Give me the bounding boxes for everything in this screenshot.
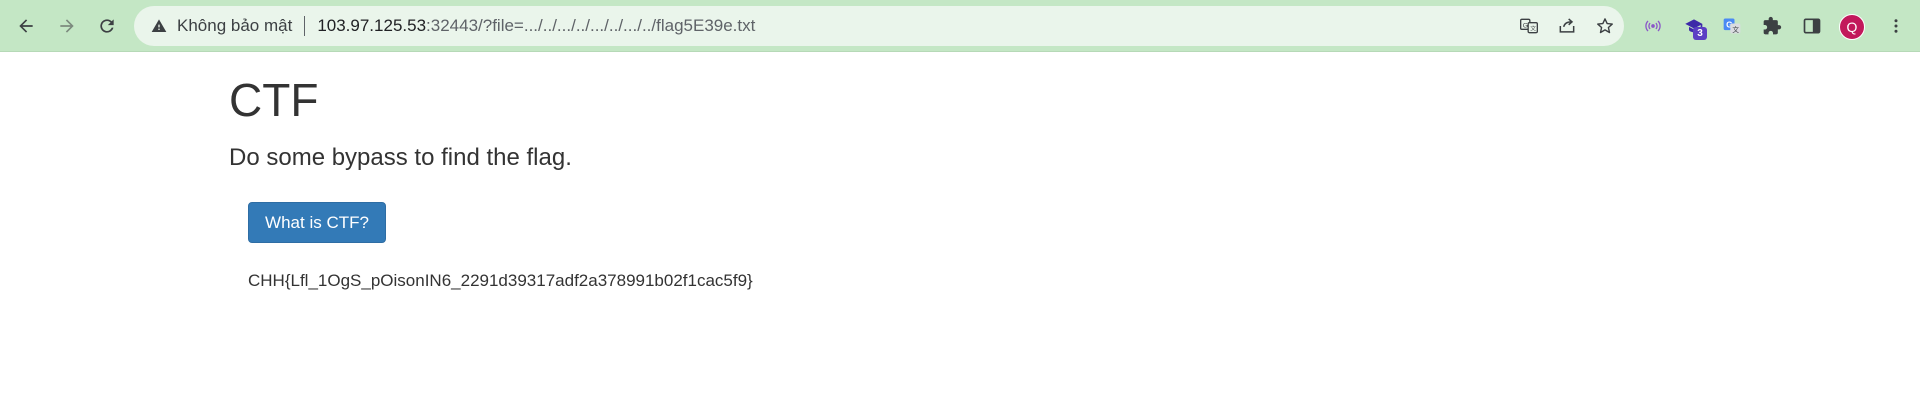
browser-toolbar: Không bảo mật 103.97.125.53:32443/?file=… <box>0 0 1920 52</box>
reload-button[interactable] <box>91 10 123 42</box>
share-icon[interactable] <box>1548 6 1586 46</box>
back-button[interactable] <box>10 10 42 42</box>
divider <box>304 16 306 36</box>
svg-text:文: 文 <box>1732 25 1739 34</box>
arrow-left-icon <box>19 19 33 33</box>
broadcast-extension-icon[interactable] <box>1637 10 1669 42</box>
graduation-cap-extension-icon[interactable]: 3 <box>1678 10 1710 42</box>
url-host: 103.97.125.53 <box>317 16 427 35</box>
side-panel-icon[interactable] <box>1796 10 1828 42</box>
address-bar-actions: G文 <box>1510 6 1624 46</box>
translate-icon[interactable]: G文 <box>1510 6 1548 46</box>
profile-avatar[interactable]: Q <box>1839 14 1865 40</box>
security-status-label[interactable]: Không bảo mật <box>177 16 292 36</box>
svg-text:文: 文 <box>1530 25 1536 33</box>
google-translate-extension-icon[interactable]: G文 <box>1716 10 1748 42</box>
reload-icon <box>100 19 114 33</box>
puzzle-icon[interactable] <box>1756 10 1788 42</box>
extension-badge: 3 <box>1693 27 1707 40</box>
page-title: CTF <box>229 74 319 126</box>
address-bar[interactable]: Không bảo mật 103.97.125.53:32443/?file=… <box>134 6 1624 46</box>
what-is-ctf-button[interactable]: What is CTF? <box>248 202 386 243</box>
page-subtitle: Do some bypass to find the flag. <box>229 144 572 171</box>
svg-text:G: G <box>1523 22 1528 29</box>
url-text[interactable]: 103.97.125.53:32443/?file=.../../.../../… <box>317 16 755 36</box>
kebab-menu-icon[interactable] <box>1880 10 1912 42</box>
arrow-right-icon <box>60 19 74 33</box>
url-path: :32443/?file=.../../.../../.../../.../..… <box>426 16 756 35</box>
forward-button[interactable] <box>51 10 83 42</box>
warning-triangle-icon[interactable] <box>150 17 168 35</box>
star-icon[interactable] <box>1586 6 1624 46</box>
flag-text: CHH{Lfl_1OgS_pOisonIN6_2291d39317adf2a37… <box>248 271 753 290</box>
